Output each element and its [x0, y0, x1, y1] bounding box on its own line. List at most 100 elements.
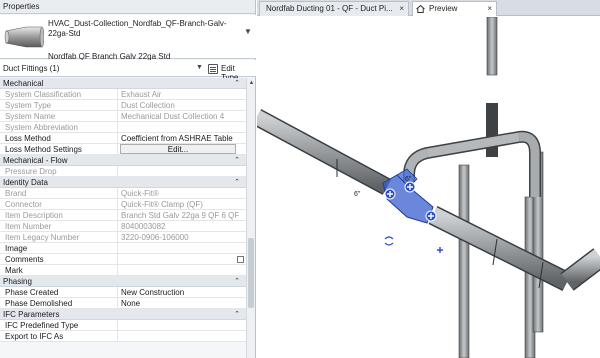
home-icon — [416, 5, 425, 13]
property-value: Dust Collection — [121, 101, 175, 110]
property-name: System Abbreviation — [0, 122, 118, 133]
property-value[interactable] — [120, 254, 246, 265]
tab-label: Preview — [429, 4, 458, 13]
property-row[interactable]: Mark — [0, 265, 246, 276]
property-name: Brand — [0, 188, 118, 199]
type-family-name: HVAC_Dust-Collection_Nordfab_QF-Branch-G… — [48, 19, 227, 38]
property-value[interactable] — [120, 320, 246, 331]
connector-grip-icon[interactable] — [425, 210, 437, 222]
tab-label: Nordfab Ducting 01 - QF - Duct Pi... — [266, 4, 393, 13]
property-value[interactable]: Coefficient from ASHRAE Table — [120, 133, 246, 144]
property-name: Export to IFC As — [0, 331, 118, 342]
tab-ducting-view[interactable]: Nordfab Ducting 01 - QF - Duct Pi... × — [259, 1, 409, 16]
property-row: Brand Quick-Fit® — [0, 188, 246, 199]
property-value[interactable]: None — [120, 298, 246, 309]
property-row: Connector Quick-Fit® Clamp (QF) — [0, 199, 246, 210]
property-name: Pressure Drop — [0, 166, 118, 177]
property-group-header[interactable]: Mechanical - Flow ⌃ — [0, 155, 246, 166]
properties-grid: Mechanical ⌃ System Classification Exhaust … — [0, 78, 246, 358]
property-row: Item Number 8040003082 — [0, 221, 246, 232]
connector-grip-icon[interactable] — [384, 188, 396, 200]
property-value: 8040003082 — [121, 222, 166, 231]
property-row: Pressure Drop — [0, 166, 246, 177]
edit-type-button[interactable]: Edit Type — [206, 62, 254, 82]
edit-settings-button[interactable]: Edit... — [120, 144, 236, 154]
property-name: Connector — [0, 199, 118, 210]
group-title: Mechanical — [3, 79, 44, 88]
property-group-header[interactable]: Phasing ⌃ — [0, 276, 246, 287]
property-value: Branch Std Galv 22ga 9 QF 6 QF — [121, 211, 240, 220]
property-name: Item Legacy Number — [0, 232, 118, 243]
property-row[interactable]: Image — [0, 243, 246, 254]
group-title: Mechanical - Flow — [3, 156, 68, 165]
property-row[interactable]: IFC Predefined Type — [0, 320, 246, 331]
property-row[interactable]: Loss Method Coefficient from ASHRAE Table — [0, 133, 246, 144]
rotate-control-icon[interactable] — [384, 236, 394, 246]
property-value — [120, 166, 246, 177]
property-name: Mark — [0, 265, 118, 276]
vertical-pipe[interactable] — [486, 17, 498, 76]
property-row: System Type Dust Collection — [0, 100, 246, 111]
property-row[interactable]: Phase Created New Construction — [0, 287, 246, 298]
collapse-chevron-icon[interactable]: ⌃ — [234, 78, 240, 89]
palette-title: Properties — [0, 0, 255, 14]
property-value[interactable] — [120, 243, 246, 254]
collapse-chevron-icon[interactable]: ⌃ — [234, 276, 240, 287]
scroll-up-icon[interactable]: ▲ — [247, 80, 256, 86]
collapse-chevron-icon[interactable]: ⌃ — [234, 309, 240, 320]
property-row[interactable]: Comments — [0, 254, 246, 265]
edit-type-icon — [208, 64, 218, 74]
main-duct[interactable] — [257, 109, 600, 291]
property-row[interactable]: Loss Method Settings Edit... — [0, 144, 246, 155]
group-title: Identity Data — [3, 178, 48, 187]
instance-filter[interactable]: Duct Fittings (1) ▼ Edit Type — [0, 60, 256, 82]
size-label[interactable]: 6" — [405, 176, 412, 183]
tab-preview[interactable]: Preview × — [412, 1, 497, 16]
property-value[interactable] — [120, 265, 246, 276]
property-name: Item Number — [0, 221, 118, 232]
fitting-thumbnail-icon — [4, 26, 44, 48]
add-connector-icon[interactable] — [437, 247, 443, 253]
property-value[interactable] — [120, 331, 246, 342]
property-row: System Name Mechanical Dust Collection 4 — [0, 111, 246, 122]
property-group-header[interactable]: Mechanical ⌃ — [0, 78, 246, 89]
property-name: System Type — [0, 100, 118, 111]
group-title: IFC Parameters — [3, 310, 60, 319]
collapse-chevron-icon[interactable]: ⌃ — [234, 155, 240, 166]
close-icon[interactable]: × — [399, 2, 404, 16]
property-value: Quick-Fit® Clamp (QF) — [121, 200, 203, 209]
model-canvas[interactable]: 6" 6" — [257, 17, 600, 358]
upper-duct-run[interactable] — [403, 103, 541, 197]
size-label[interactable]: 6" — [354, 191, 361, 198]
property-value: 3220-0906-106000 — [121, 233, 189, 242]
value-checkbox[interactable] — [237, 256, 244, 263]
property-row: System Classification Exhaust Air — [0, 89, 246, 100]
property-name: Item Description — [0, 210, 118, 221]
scroll-thumb[interactable] — [248, 238, 254, 308]
property-name: System Classification — [0, 89, 118, 100]
properties-scrollbar[interactable]: ▲ — [246, 78, 255, 358]
property-row[interactable]: Export to IFC As — [0, 331, 246, 342]
chevron-down-icon[interactable]: ▼ — [244, 27, 252, 36]
property-value[interactable]: New Construction — [120, 287, 246, 298]
collapse-chevron-icon[interactable]: ⌃ — [234, 177, 240, 188]
property-name: Phase Created — [0, 287, 118, 298]
connector-grip-icon[interactable] — [404, 181, 416, 193]
property-group-header[interactable]: IFC Parameters ⌃ — [0, 309, 246, 320]
type-selector[interactable]: HVAC_Dust-Collection_Nordfab_QF-Branch-G… — [0, 15, 256, 61]
vertical-pipe[interactable] — [458, 164, 470, 358]
close-icon[interactable]: × — [487, 2, 492, 16]
chevron-down-icon[interactable]: ▼ — [196, 64, 203, 71]
property-value: Quick-Fit® — [121, 189, 159, 198]
property-name: Comments — [0, 254, 118, 265]
properties-palette: Properties HVAC_Dust-Collection_Nordfab_… — [0, 0, 256, 358]
group-title: Phasing — [3, 277, 32, 286]
property-name: Loss Method Settings — [0, 144, 118, 155]
property-group-header[interactable]: Identity Data ⌃ — [0, 177, 246, 188]
view-tab-bar: Nordfab Ducting 01 - QF - Duct Pi... × P… — [257, 0, 600, 16]
property-name: IFC Predefined Type — [0, 320, 118, 331]
filter-label: Duct Fittings (1) — [3, 64, 60, 73]
property-name: Phase Demolished — [0, 298, 118, 309]
property-row: Item Legacy Number 3220-0906-106000 — [0, 232, 246, 243]
property-row[interactable]: Phase Demolished None — [0, 298, 246, 309]
